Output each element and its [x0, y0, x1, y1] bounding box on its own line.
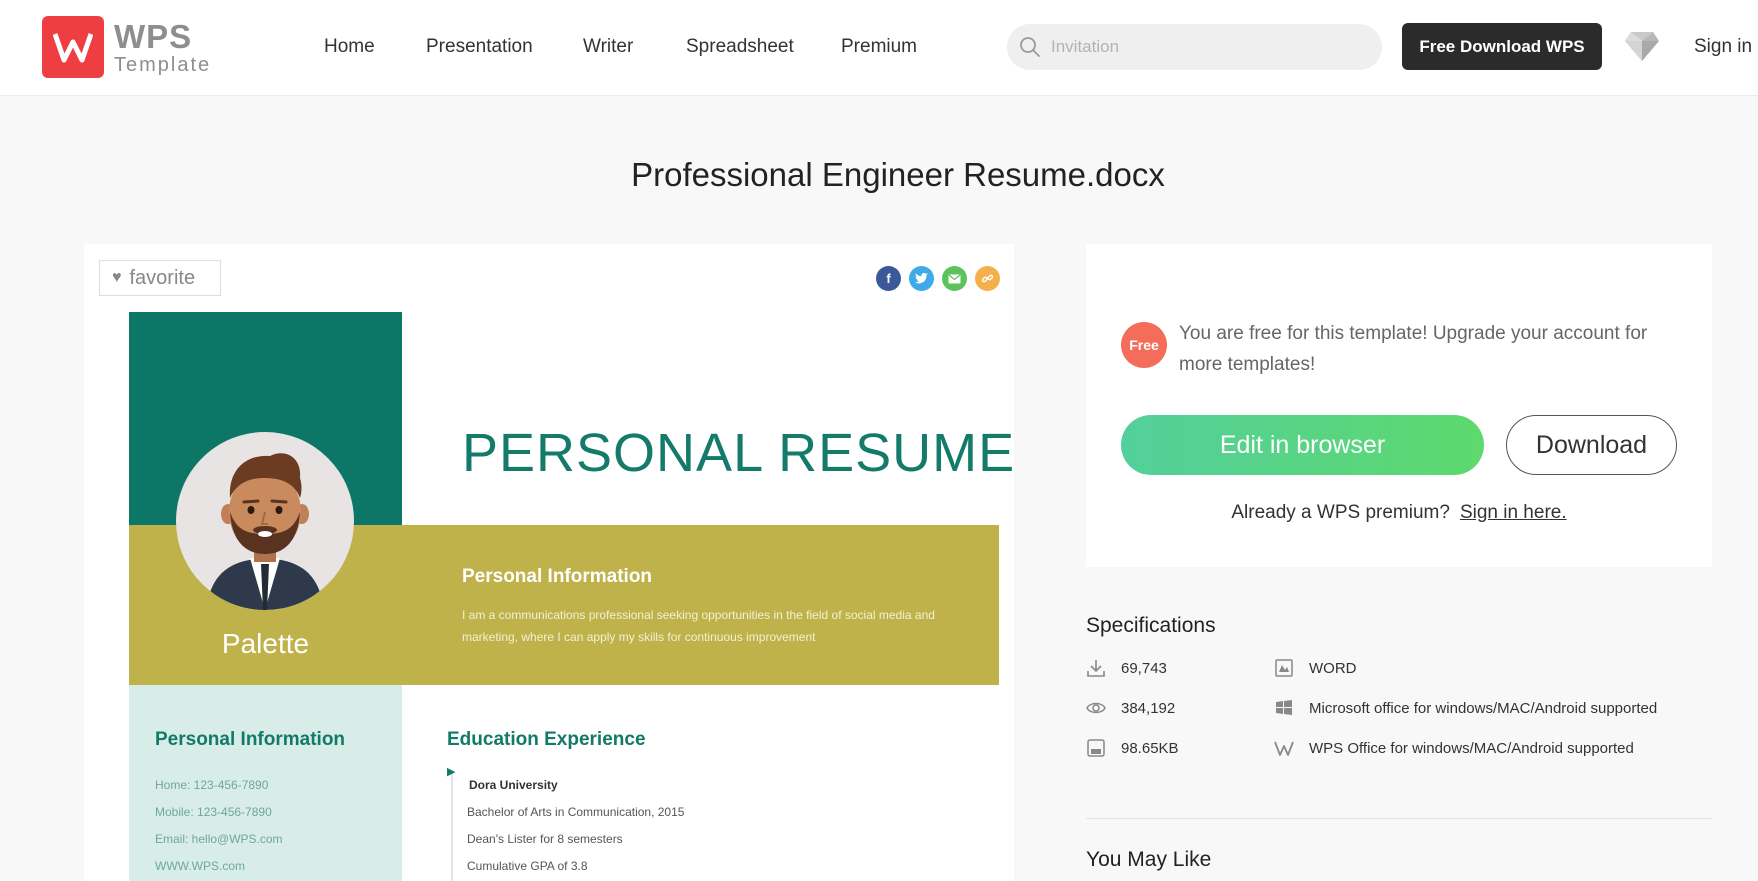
- wps-support-text: WPS Office for windows/MAC/Android suppo…: [1309, 739, 1634, 757]
- spec-size: 98.65KB: [1086, 738, 1179, 758]
- free-download-wps-button[interactable]: Free Download WPS: [1402, 23, 1602, 70]
- view-count: 384,192: [1121, 699, 1176, 717]
- template-preview: ♥ favorite f PERSONAL RESUME Palette Per…: [84, 244, 1014, 881]
- windows-icon: [1274, 698, 1294, 718]
- spec-views: 384,192: [1086, 698, 1175, 718]
- share-icons: f: [876, 266, 1000, 291]
- nav-presentation[interactable]: Presentation: [426, 36, 533, 58]
- resume-name: Palette: [221, 628, 310, 659]
- triangle-icon: ▶: [447, 766, 456, 778]
- file-format: WORD: [1309, 659, 1357, 677]
- logo-wps-text: WPS: [114, 17, 193, 55]
- resume-education-line: Cumulative GPA of 3.8: [467, 859, 588, 873]
- favorite-button[interactable]: ♥ favorite: [99, 260, 221, 296]
- download-button[interactable]: Download: [1506, 415, 1677, 475]
- divider: [1086, 818, 1712, 819]
- search-input[interactable]: [1051, 37, 1351, 57]
- resume-title: PERSONAL RESUME: [462, 423, 1014, 483]
- resume-education-line: Dean's Lister for 8 semesters: [467, 832, 623, 846]
- wps-logo-icon: [42, 16, 104, 78]
- spec-format: WORD: [1274, 658, 1357, 678]
- nav-home[interactable]: Home: [324, 36, 375, 58]
- avatar: [176, 432, 354, 610]
- link-icon[interactable]: [975, 266, 1000, 291]
- top-header: WPS Template Home Presentation Writer Sp…: [0, 0, 1758, 96]
- email-icon[interactable]: [942, 266, 967, 291]
- file-size-icon: [1086, 738, 1106, 758]
- wps-logo[interactable]: WPS Template: [42, 16, 222, 78]
- spec-ms-support: Microsoft office for windows/MAC/Android…: [1274, 698, 1657, 718]
- nav-premium[interactable]: Premium: [841, 36, 917, 58]
- search-icon: [1020, 37, 1040, 57]
- ms-support-text: Microsoft office for windows/MAC/Android…: [1309, 699, 1658, 717]
- search-bar[interactable]: [1007, 24, 1382, 70]
- nav-spreadsheet[interactable]: Spreadsheet: [686, 36, 794, 58]
- resume-side-title: Personal Information: [155, 729, 346, 750]
- document-icon: [1274, 658, 1294, 678]
- heart-icon: ♥: [112, 269, 122, 286]
- file-size: 98.65KB: [1121, 739, 1179, 757]
- spec-wps-support: WPS Office for windows/MAC/Android suppo…: [1274, 738, 1634, 758]
- nav-writer[interactable]: Writer: [583, 36, 633, 58]
- eye-icon: [1086, 698, 1106, 718]
- resume-contact-line: Mobile: 123-456-7890: [155, 805, 272, 819]
- resume-preview-image: PERSONAL RESUME Palette Personal Informa…: [129, 312, 1014, 881]
- free-notice-text: You are free for this template! Upgrade …: [1179, 323, 1648, 375]
- logo-template-text: Template: [114, 53, 212, 76]
- download-icon: [1086, 658, 1106, 678]
- resume-education-title: Education Experience: [447, 729, 646, 750]
- diamond-icon[interactable]: [1624, 30, 1660, 62]
- resume-education-line: Dora University: [469, 778, 558, 792]
- facebook-icon[interactable]: f: [876, 266, 901, 291]
- resume-contact-line: Home: 123-456-7890: [155, 778, 269, 792]
- resume-education-timeline: [451, 772, 453, 881]
- resume-contact-line: WWW.WPS.com: [155, 859, 245, 873]
- you-may-like-title: You May Like: [1086, 848, 1212, 871]
- download-panel: Free You are free for this template! Upg…: [1086, 244, 1712, 567]
- page-title: Professional Engineer Resume.docx: [631, 156, 1165, 193]
- download-count: 69,743: [1121, 659, 1167, 677]
- specifications-title: Specifications: [1086, 614, 1216, 637]
- spec-downloads: 69,743: [1086, 658, 1167, 678]
- favorite-label: favorite: [129, 266, 196, 289]
- sign-in-link[interactable]: Sign in: [1694, 36, 1752, 58]
- resume-info-title: Personal Information: [462, 566, 653, 587]
- wps-icon: [1274, 738, 1294, 758]
- resume-contact-line: Email: hello@WPS.com: [155, 832, 283, 846]
- premium-signin-line: Already a WPS premium? Sign in here.: [1086, 502, 1712, 524]
- resume-info-text: I am a communications professional seeki…: [462, 608, 935, 644]
- resume-education-line: Bachelor of Arts in Communication, 2015: [467, 805, 685, 819]
- edit-in-browser-button[interactable]: Edit in browser: [1121, 415, 1484, 475]
- sign-in-here-link[interactable]: Sign in here.: [1460, 502, 1567, 523]
- twitter-icon[interactable]: [909, 266, 934, 291]
- premium-question: Already a WPS premium?: [1231, 502, 1450, 523]
- free-badge: Free: [1121, 322, 1167, 368]
